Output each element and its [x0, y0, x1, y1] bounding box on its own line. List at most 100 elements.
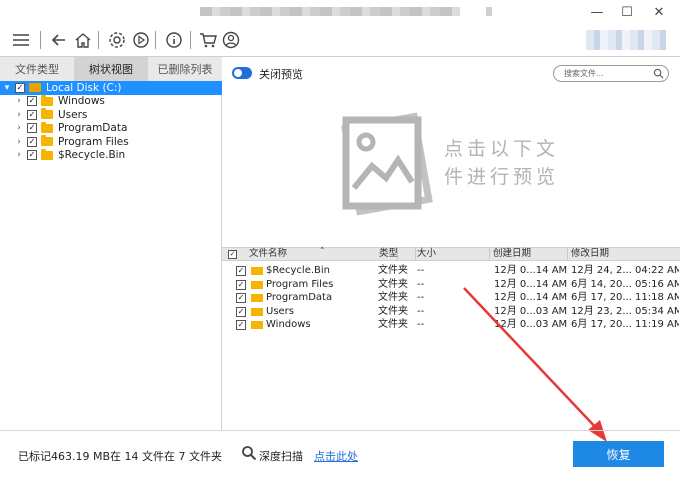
- window-title-blurred: [200, 7, 460, 16]
- row-modified: 6月 17, 20... 11:19 AM: [571, 319, 679, 330]
- row-checkbox[interactable]: ✓: [236, 293, 246, 303]
- table-row[interactable]: ✓ Users 文件夹 -- 12月 0...03 AM 12月 23, 2..…: [222, 305, 680, 319]
- row-size: --: [417, 278, 425, 290]
- file-table-header: ✓ 文件名称 ˄ 类型 大小 创建日期 修改日期: [222, 247, 680, 261]
- row-created: 12月 0...14 AM: [494, 278, 568, 290]
- tree-item-label: ProgramData: [58, 122, 128, 135]
- tree-item-windows[interactable]: › ✓ Windows: [0, 94, 222, 109]
- tree-checkbox[interactable]: ✓: [27, 123, 37, 134]
- preview-toggle[interactable]: [232, 67, 252, 79]
- row-name: Windows: [266, 319, 311, 330]
- folder-icon: [251, 307, 263, 316]
- chevron-right-icon[interactable]: ›: [14, 137, 24, 147]
- tree-checkbox[interactable]: ✓: [27, 109, 37, 120]
- tree-checkbox[interactable]: ✓: [15, 82, 25, 93]
- home-icon[interactable]: [71, 28, 95, 52]
- row-checkbox[interactable]: ✓: [236, 320, 246, 330]
- column-type[interactable]: 类型: [376, 248, 416, 261]
- row-modified: 12月 23, 2... 05:34 AM: [571, 305, 679, 317]
- preview-hint-line2: 件进行预览: [444, 166, 560, 188]
- row-size: --: [417, 265, 425, 276]
- close-button[interactable]: ✕: [644, 0, 674, 24]
- sort-ascending-icon: ˄: [320, 247, 325, 257]
- selection-status: 已标记463.19 MB在 14 文件在 7 文件夹: [18, 450, 223, 463]
- tab-file-type[interactable]: 文件类型: [0, 57, 74, 81]
- window-title-blurred-dot: [486, 7, 492, 16]
- table-row[interactable]: ✓ $Recycle.Bin 文件夹 -- 12月 0...14 AM 12月 …: [222, 264, 680, 278]
- menu-icon[interactable]: [9, 28, 33, 52]
- tree-checkbox[interactable]: ✓: [27, 96, 37, 107]
- row-name: Users: [266, 305, 295, 317]
- toolbar-divider: [155, 31, 156, 49]
- tree-item-label: Users: [58, 108, 88, 121]
- folder-icon: [251, 321, 263, 329]
- drive-icon: [29, 83, 41, 93]
- column-size[interactable]: 大小: [414, 248, 490, 261]
- row-checkbox[interactable]: ✓: [236, 306, 246, 317]
- minimize-button[interactable]: —: [582, 0, 612, 24]
- tree-item-label: Windows: [58, 95, 105, 108]
- toolbar-divider: [190, 31, 191, 49]
- preview-hint-line1: 点击以下文: [444, 138, 560, 160]
- play-icon[interactable]: [129, 28, 153, 52]
- title-bar: — ☐ ✕: [0, 0, 680, 24]
- folder-icon: [251, 294, 263, 302]
- user-icon[interactable]: [219, 28, 243, 52]
- row-type: 文件夹: [378, 265, 408, 276]
- maximize-button[interactable]: ☐: [612, 0, 642, 24]
- row-checkbox[interactable]: ✓: [236, 266, 246, 276]
- row-created: 12月 0...14 AM: [494, 265, 568, 276]
- info-icon[interactable]: [162, 28, 186, 52]
- footer-divider: [0, 430, 680, 431]
- column-created[interactable]: 创建日期: [490, 248, 568, 261]
- magnifier-icon: [242, 446, 257, 461]
- tab-tree-view[interactable]: 树状视图: [74, 57, 148, 81]
- row-name: ProgramData: [266, 292, 333, 303]
- chevron-right-icon[interactable]: ›: [14, 110, 24, 120]
- tree-item-programdata[interactable]: › ✓ ProgramData: [0, 121, 222, 136]
- table-row[interactable]: ✓ Windows 文件夹 -- 12月 0...03 AM 6月 17, 20…: [222, 318, 680, 332]
- row-created: 12月 0...14 AM: [494, 292, 568, 303]
- toolbar: [0, 24, 680, 56]
- tree-item-label: $Recycle.Bin: [58, 149, 126, 162]
- recover-button[interactable]: 恢复: [573, 441, 664, 467]
- folder-icon: [251, 267, 263, 275]
- tree-item-recycle-bin[interactable]: › ✓ $Recycle.Bin: [0, 148, 222, 163]
- folder-icon: [41, 121, 53, 133]
- row-type: 文件夹: [378, 305, 408, 317]
- cart-icon[interactable]: [196, 28, 220, 52]
- chevron-right-icon[interactable]: ›: [14, 123, 24, 133]
- row-checkbox[interactable]: ✓: [236, 279, 246, 290]
- back-icon[interactable]: [47, 28, 71, 52]
- table-row[interactable]: ✓ Program Files 文件夹 -- 12月 0...14 AM 6月 …: [222, 278, 680, 292]
- tab-deleted-list[interactable]: 已删除列表: [148, 57, 222, 81]
- chevron-down-icon[interactable]: ▾: [2, 83, 12, 93]
- row-type: 文件夹: [378, 278, 408, 290]
- row-size: --: [417, 319, 425, 330]
- search-icon[interactable]: [653, 68, 664, 79]
- deep-scan-link[interactable]: 点击此处: [314, 448, 358, 464]
- folder-icon: [41, 108, 53, 120]
- tree-item-program-files[interactable]: › ✓ Program Files: [0, 135, 222, 149]
- tree-checkbox[interactable]: ✓: [27, 150, 37, 161]
- settings-icon[interactable]: [105, 28, 129, 52]
- select-all-checkbox[interactable]: ✓: [228, 250, 237, 259]
- folder-icon: [251, 280, 263, 289]
- row-size: --: [417, 292, 425, 303]
- row-name: $Recycle.Bin: [266, 265, 331, 276]
- left-panel: 文件类型 树状视图 已删除列表 ▾ ✓ Local Disk (C:) › ✓ …: [0, 57, 222, 430]
- tree-item-users[interactable]: › ✓ Users: [0, 108, 222, 122]
- chevron-right-icon[interactable]: ›: [14, 96, 24, 106]
- table-row[interactable]: ✓ ProgramData 文件夹 -- 12月 0...14 AM 6月 17…: [222, 291, 680, 305]
- chevron-right-icon[interactable]: ›: [14, 150, 24, 160]
- row-modified: 6月 17, 20... 11:18 AM: [571, 292, 679, 303]
- tree-item-label: Program Files: [58, 135, 129, 148]
- row-type: 文件夹: [378, 292, 408, 303]
- search-input[interactable]: 搜索文件...: [553, 65, 669, 82]
- folder-icon: [41, 94, 53, 106]
- tree-item-label: Local Disk (C:): [46, 81, 122, 94]
- toolbar-divider: [98, 31, 99, 49]
- column-modified[interactable]: 修改日期: [568, 248, 680, 261]
- tree-checkbox[interactable]: ✓: [27, 136, 37, 147]
- tree-item-local-disk[interactable]: ▾ ✓ Local Disk (C:): [0, 81, 222, 95]
